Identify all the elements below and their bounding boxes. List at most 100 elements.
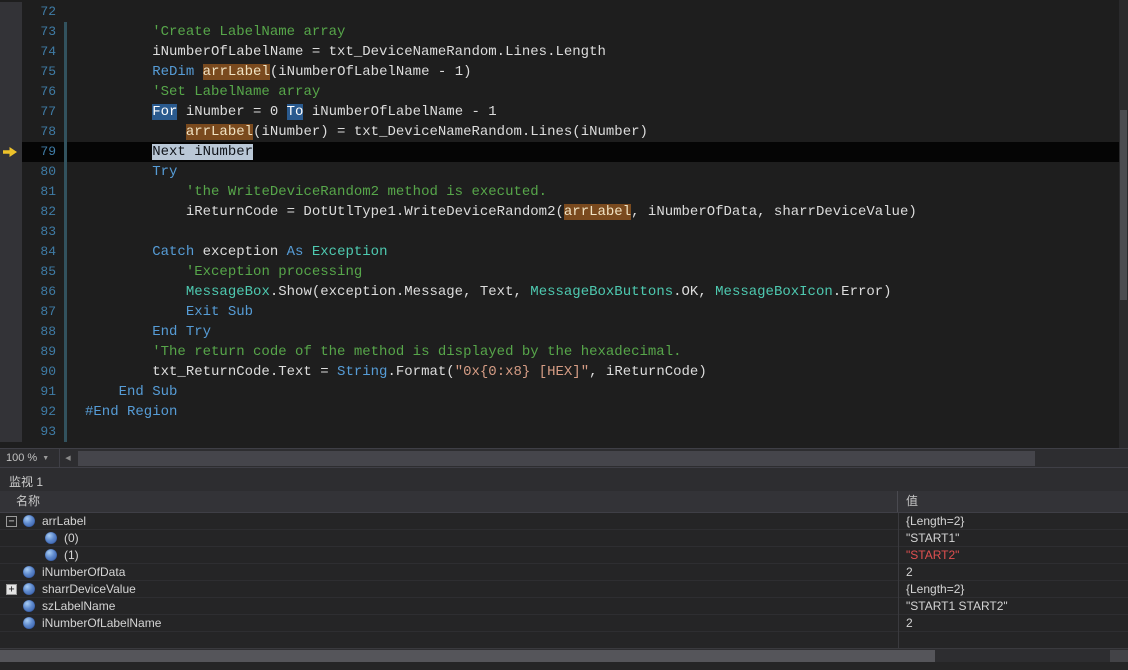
- breakpoint-margin[interactable]: [0, 62, 22, 82]
- code-line[interactable]: 93: [0, 422, 1128, 442]
- code-text: For iNumber = 0 To iNumberOfLabelName - …: [64, 102, 497, 122]
- breakpoint-margin[interactable]: [0, 242, 22, 262]
- watch-variable-name[interactable]: (0): [64, 531, 79, 545]
- column-header-value[interactable]: 值: [898, 491, 1128, 512]
- breakpoint-margin[interactable]: [0, 222, 22, 242]
- editor-horizontal-scrollbar[interactable]: [76, 449, 1128, 467]
- line-number: 73: [22, 22, 64, 42]
- watch-row[interactable]: szLabelName "START1 START2": [0, 598, 1128, 615]
- column-header-name[interactable]: 名称: [0, 491, 898, 512]
- watch-row[interactable]: iNumberOfData 2: [0, 564, 1128, 581]
- zoom-control[interactable]: 100 % ▼: [0, 449, 60, 467]
- code-segment-pln: [85, 104, 152, 120]
- breakpoint-margin[interactable]: [0, 382, 22, 402]
- code-line[interactable]: 91 End Sub: [0, 382, 1128, 402]
- code-segment-kw: Try: [152, 164, 177, 180]
- breakpoint-margin[interactable]: [0, 82, 22, 102]
- scroll-left-button[interactable]: ◀: [60, 454, 76, 462]
- watch-horizontal-scrollbar[interactable]: [0, 648, 1128, 662]
- breakpoint-margin[interactable]: [0, 262, 22, 282]
- column-separator[interactable]: [898, 513, 899, 648]
- watch-row[interactable]: iNumberOfLabelName 2: [0, 615, 1128, 632]
- breakpoint-margin[interactable]: [0, 362, 22, 382]
- code-line[interactable]: 78 arrLabel(iNumber) = txt_DeviceNameRan…: [0, 122, 1128, 142]
- editor-bottom-bar: 100 % ▼ ◀: [0, 448, 1128, 467]
- code-editor[interactable]: 7273 'Create LabelName array74 iNumberOf…: [0, 0, 1128, 448]
- code-text: [64, 2, 85, 22]
- code-segment-pln: iReturnCode = DotUtlType1.WriteDeviceRan…: [85, 204, 564, 220]
- code-segment-kw: Exit Sub: [186, 304, 253, 320]
- watch-variable-name[interactable]: iNumberOfData: [42, 565, 125, 579]
- watch-name-cell: (0): [0, 530, 898, 546]
- breakpoint-margin[interactable]: [0, 142, 22, 162]
- watch-variable-name[interactable]: sharrDeviceValue: [42, 582, 136, 596]
- expander-spacer: [6, 618, 17, 629]
- code-line[interactable]: 75 ReDim arrLabel(iNumberOfLabelName - 1…: [0, 62, 1128, 82]
- code-line[interactable]: 76 'Set LabelName array: [0, 82, 1128, 102]
- code-line[interactable]: 80 Try: [0, 162, 1128, 182]
- code-segment-kw: End Try: [152, 324, 211, 340]
- code-line[interactable]: 89 'The return code of the method is dis…: [0, 342, 1128, 362]
- code-segment-sel: Next iNumber: [152, 144, 253, 160]
- watch-variable-value[interactable]: "START1": [898, 530, 1128, 546]
- code-line[interactable]: 83: [0, 222, 1128, 242]
- code-line[interactable]: 77 For iNumber = 0 To iNumberOfLabelName…: [0, 102, 1128, 122]
- code-line[interactable]: 72: [0, 2, 1128, 22]
- code-line[interactable]: 73 'Create LabelName array: [0, 22, 1128, 42]
- breakpoint-margin[interactable]: [0, 322, 22, 342]
- watch-variable-value[interactable]: 2: [898, 564, 1128, 580]
- code-segment-pln: [85, 124, 186, 140]
- collapse-icon[interactable]: −: [6, 516, 17, 527]
- code-line[interactable]: 79 Next iNumber: [0, 142, 1128, 162]
- expand-icon[interactable]: +: [6, 584, 17, 595]
- code-line[interactable]: 85 'Exception processing: [0, 262, 1128, 282]
- watch-row[interactable]: + sharrDeviceValue {Length=2}: [0, 581, 1128, 598]
- watch-variable-value[interactable]: {Length=2}: [898, 513, 1128, 529]
- code-text: ReDim arrLabel(iNumberOfLabelName - 1): [64, 62, 472, 82]
- breakpoint-margin[interactable]: [0, 42, 22, 62]
- watch-variable-value[interactable]: 2: [898, 615, 1128, 631]
- watch-variable-name[interactable]: iNumberOfLabelName: [42, 616, 161, 630]
- breakpoint-margin[interactable]: [0, 302, 22, 322]
- watch-variable-name[interactable]: (1): [64, 548, 79, 562]
- line-number: 77: [22, 102, 64, 122]
- vertical-scrollbar-thumb[interactable]: [1120, 110, 1127, 300]
- code-line[interactable]: 74 iNumberOfLabelName = txt_DeviceNameRa…: [0, 42, 1128, 62]
- code-segment-pln: [194, 64, 202, 80]
- code-line[interactable]: 84 Catch exception As Exception: [0, 242, 1128, 262]
- breakpoint-margin[interactable]: [0, 182, 22, 202]
- code-line[interactable]: 92#End Region: [0, 402, 1128, 422]
- editor-vertical-scrollbar[interactable]: [1119, 0, 1128, 448]
- code-line[interactable]: 88 End Try: [0, 322, 1128, 342]
- code-line[interactable]: 90 txt_ReturnCode.Text = String.Format("…: [0, 362, 1128, 382]
- watch-row[interactable]: (1) "START2": [0, 547, 1128, 564]
- breakpoint-margin[interactable]: [0, 2, 22, 22]
- breakpoint-margin[interactable]: [0, 122, 22, 142]
- breakpoint-margin[interactable]: [0, 422, 22, 442]
- breakpoint-margin[interactable]: [0, 202, 22, 222]
- watch-variable-value[interactable]: "START2": [898, 547, 1128, 563]
- code-segment-kw: As: [287, 244, 304, 260]
- breakpoint-margin[interactable]: [0, 162, 22, 182]
- code-segment-pln: [85, 184, 186, 200]
- watch-row[interactable]: (0) "START1": [0, 530, 1128, 547]
- watch-variable-name[interactable]: arrLabel: [42, 514, 86, 528]
- code-line[interactable]: 82 iReturnCode = DotUtlType1.WriteDevice…: [0, 202, 1128, 222]
- watch-variable-name[interactable]: szLabelName: [42, 599, 115, 613]
- watch-scrollbar-thumb[interactable]: [0, 650, 935, 662]
- watch-variable-value[interactable]: {Length=2}: [898, 581, 1128, 597]
- code-text: txt_ReturnCode.Text = String.Format("0x{…: [64, 362, 707, 382]
- code-segment-pln: [85, 264, 186, 280]
- watch-variable-value[interactable]: "START1 START2": [898, 598, 1128, 614]
- breakpoint-margin[interactable]: [0, 22, 22, 42]
- breakpoint-margin[interactable]: [0, 342, 22, 362]
- breakpoint-margin[interactable]: [0, 282, 22, 302]
- code-line[interactable]: 81 'the WriteDeviceRandom2 method is exe…: [0, 182, 1128, 202]
- watch-row[interactable]: − arrLabel {Length=2}: [0, 513, 1128, 530]
- breakpoint-margin[interactable]: [0, 102, 22, 122]
- code-segment-pln: [85, 324, 152, 340]
- code-line[interactable]: 87 Exit Sub: [0, 302, 1128, 322]
- code-line[interactable]: 86 MessageBox.Show(exception.Message, Te…: [0, 282, 1128, 302]
- breakpoint-margin[interactable]: [0, 402, 22, 422]
- horizontal-scrollbar-thumb[interactable]: [78, 451, 1035, 466]
